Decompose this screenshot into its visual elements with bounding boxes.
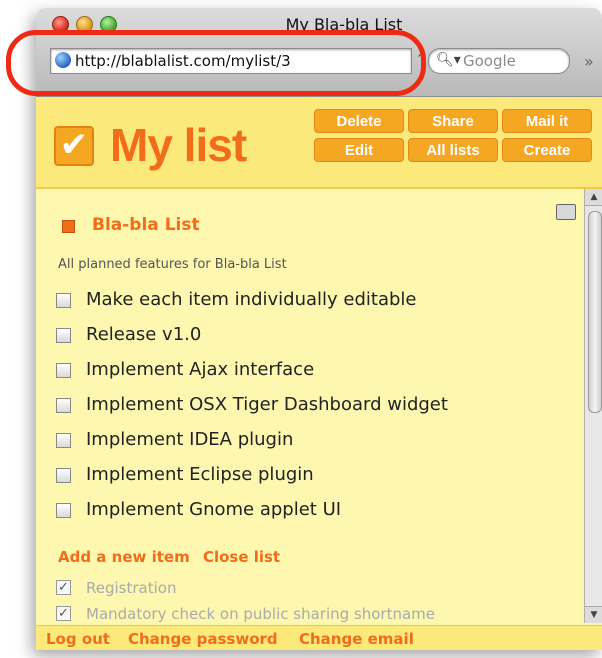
list-actions: Add a new item Close list	[58, 548, 288, 566]
close-list-link[interactable]: Close list	[203, 548, 280, 566]
item-checkbox[interactable]	[56, 293, 71, 308]
search-field[interactable]: 🔍︎▾ Google	[428, 48, 570, 74]
completed-item-label[interactable]: Registration	[86, 579, 176, 597]
app-title: My list	[110, 119, 247, 171]
list-name[interactable]: Bla-bla List	[92, 215, 200, 235]
item-checkbox[interactable]	[56, 363, 71, 378]
scroll-up-arrow-icon[interactable]: ▲	[585, 189, 602, 206]
create-button[interactable]: Create	[502, 138, 592, 162]
checked-checkbox[interactable]: ✓	[56, 606, 71, 621]
edit-button[interactable]: Edit	[314, 138, 404, 162]
scrollbar[interactable]: ▲ ▼	[584, 189, 602, 623]
completed-item-label[interactable]: Mandatory check on public sharing shortn…	[86, 605, 435, 623]
all-lists-button[interactable]: All lists	[408, 138, 498, 162]
browser-window: My Bla-bla List http://blablalist.com/my…	[36, 8, 602, 650]
toolbar-overflow-chevron-icon[interactable]: »	[584, 52, 594, 71]
log-out-link[interactable]: Log out	[46, 630, 110, 648]
share-button[interactable]: Share	[408, 109, 498, 133]
item-label[interactable]: Implement Ajax interface	[86, 359, 314, 380]
item-label[interactable]: Make each item individually editable	[86, 289, 416, 310]
search-placeholder: Google	[463, 52, 516, 70]
item-label[interactable]: Implement IDEA plugin	[86, 429, 293, 450]
item-label[interactable]: Implement Eclipse plugin	[86, 464, 314, 485]
change-password-link[interactable]: Change password	[128, 630, 278, 648]
search-icon[interactable]: 🔍︎▾	[436, 52, 461, 68]
footer: Log out Change password Change email	[36, 625, 602, 650]
item-checkbox[interactable]	[56, 468, 71, 483]
item-label[interactable]: Implement OSX Tiger Dashboard widget	[86, 394, 448, 415]
add-new-item-link[interactable]: Add a new item	[58, 548, 190, 566]
list-description: All planned features for Bla-bla List	[58, 257, 287, 272]
printer-icon[interactable]	[556, 204, 576, 220]
item-checkbox[interactable]	[56, 503, 71, 518]
checked-checkbox[interactable]: ✓	[56, 580, 71, 595]
item-checkbox[interactable]	[56, 433, 71, 448]
change-email-link[interactable]: Change email	[299, 630, 414, 648]
item-label[interactable]: Release v1.0	[86, 324, 201, 345]
mail-it-button[interactable]: Mail it	[502, 109, 592, 133]
list-bullet-icon	[62, 220, 75, 233]
checkmark-logo-icon: ✔	[54, 126, 94, 166]
item-checkbox[interactable]	[56, 328, 71, 343]
scroll-thumb[interactable]	[588, 211, 602, 413]
item-checkbox[interactable]	[56, 398, 71, 413]
scroll-down-arrow-icon[interactable]: ▼	[585, 606, 602, 623]
delete-button[interactable]: Delete	[314, 109, 404, 133]
highlight-ring	[6, 30, 426, 96]
item-label[interactable]: Implement Gnome applet UI	[86, 499, 341, 520]
